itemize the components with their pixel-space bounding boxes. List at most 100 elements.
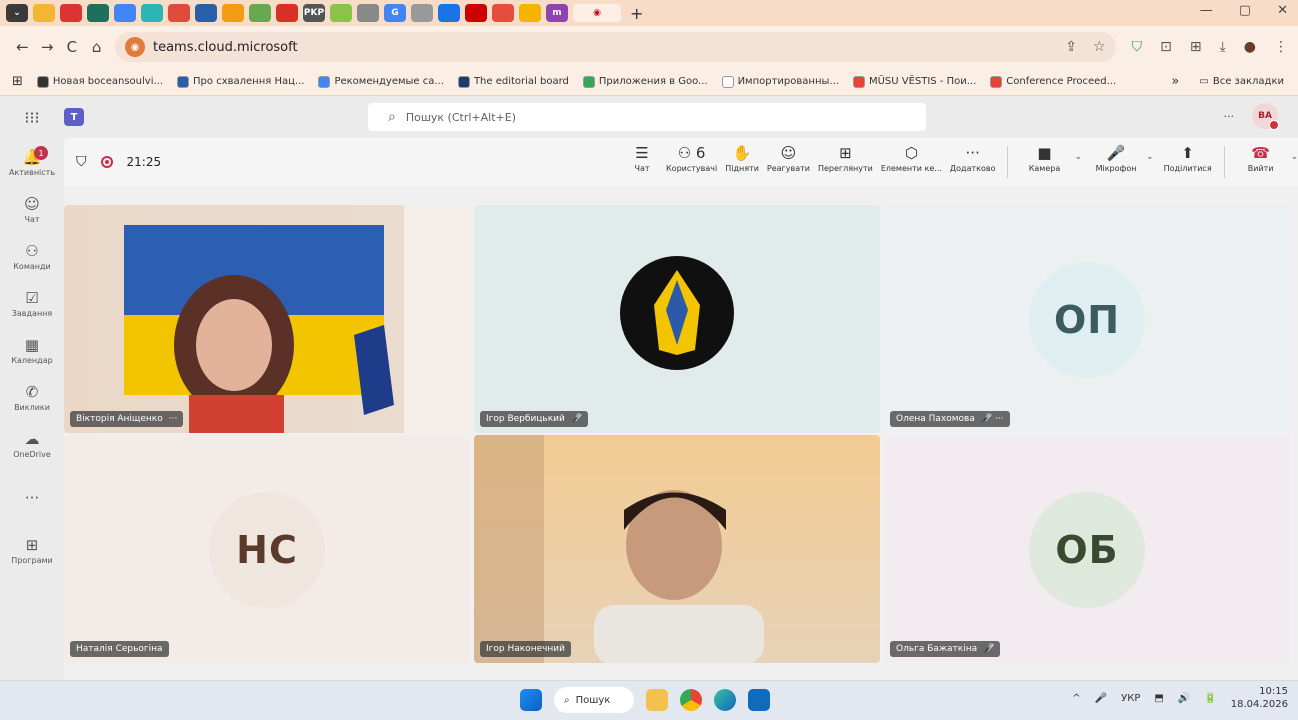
maximize-button[interactable]: ▢ [1239, 3, 1251, 18]
browser-tab[interactable] [33, 4, 55, 22]
edge-icon[interactable] [714, 689, 736, 711]
downloads-icon[interactable]: ⤓ [1220, 39, 1226, 55]
language-indicator[interactable]: УКР [1121, 693, 1140, 704]
browser-tab[interactable] [411, 4, 433, 22]
network-icon[interactable]: ⬒ [1154, 693, 1163, 704]
bookmark-item[interactable]: Импортированны... [721, 75, 839, 88]
view-icon: ⊞ [839, 144, 852, 162]
rail-item-more-apps[interactable]: ··· [0, 489, 64, 526]
address-bar[interactable]: ◉ teams.cloud.microsoft ⇪ ☆ [115, 32, 1116, 62]
microphone-tray-icon[interactable]: 🎤 [1095, 693, 1107, 704]
browser-tab[interactable] [438, 4, 460, 22]
rail-item-onedrive[interactable]: ☁ OneDrive [0, 430, 64, 467]
participant-tile[interactable]: ОП Олена Пахомова 🎤̸ ··· [884, 205, 1290, 433]
taskbar-search[interactable]: ⌕ Пошук [554, 687, 634, 713]
browser-tab[interactable] [330, 4, 352, 22]
browser-tab[interactable] [249, 4, 271, 22]
install-app-icon[interactable]: ⇪ [1065, 39, 1077, 55]
camera-options-chevron-icon[interactable]: ⌄ [1074, 152, 1082, 162]
profile-icon[interactable]: ● [1244, 39, 1256, 55]
chat-button[interactable]: ☰ Чат [622, 142, 662, 173]
rail-item-teams[interactable]: ⚇ Команди [0, 242, 64, 279]
view-button[interactable]: ⊞ Переглянути [814, 142, 877, 173]
search-input[interactable]: ⌕ Пошук (Ctrl+Alt+E) [368, 103, 926, 131]
participant-tile[interactable]: Вікторія Аніщенко ··· [64, 205, 470, 433]
browser-tab[interactable] [87, 4, 109, 22]
more-bookmarks-button[interactable]: » [1171, 74, 1179, 89]
apps-icon[interactable]: ⊞ [12, 74, 23, 89]
people-button[interactable]: ⚇ 6 Користувачі [662, 142, 721, 173]
rail-item-tasks[interactable]: ☑ Завдання [0, 289, 64, 326]
browser-menu-icon[interactable]: ⋮ [1274, 39, 1288, 55]
participant-tile[interactable]: ОБ Ольга Бажаткіна 🎤̸ [884, 435, 1290, 663]
leave-button[interactable]: ☎ Вийти [1233, 142, 1289, 173]
browser-tab[interactable]: m [546, 4, 568, 22]
tray-overflow-icon[interactable]: ^ [1072, 693, 1080, 704]
browser-tab[interactable] [60, 4, 82, 22]
browser-tab[interactable]: G [384, 4, 406, 22]
battery-icon[interactable]: 🔋 [1204, 693, 1216, 704]
browser-tab[interactable] [141, 4, 163, 22]
browser-tab[interactable] [168, 4, 190, 22]
bookmark-item[interactable]: Про схвалення Нац... [177, 75, 304, 88]
rail-item-activity[interactable]: 🔔 Активність 1 [0, 146, 64, 185]
share-button[interactable]: ⬆ Поділитися [1160, 142, 1216, 173]
extensions-icon[interactable]: ⊞ [1190, 39, 1202, 55]
leave-options-chevron-icon[interactable]: ⌄ [1291, 152, 1298, 162]
rail-item-chat[interactable]: ☺ Чат [0, 195, 64, 232]
browser-tab[interactable] [222, 4, 244, 22]
minimize-button[interactable]: — [1200, 3, 1213, 18]
microphone-button[interactable]: 🎤 Мікрофон [1088, 142, 1144, 173]
participant-tile[interactable]: НС Наталія Серьогіна [64, 435, 470, 663]
browser-tab[interactable] [465, 4, 487, 22]
home-icon[interactable]: ⌂ [84, 38, 109, 56]
browser-tab[interactable] [492, 4, 514, 22]
browser-tab[interactable] [519, 4, 541, 22]
forward-icon[interactable]: → [35, 38, 60, 56]
participant-tile[interactable]: Ігор Наконечний [474, 435, 880, 663]
microphone-options-chevron-icon[interactable]: ⌄ [1146, 152, 1154, 162]
bookmark-item[interactable]: MŪSU VĒSTIS - Пои... [852, 75, 976, 88]
back-icon[interactable]: ← [10, 38, 35, 56]
more-options-icon[interactable]: ··· [1224, 110, 1235, 123]
clock[interactable]: 10:15 18.04.2026 [1231, 685, 1288, 711]
browser-tab-active[interactable]: ◉ [573, 4, 621, 22]
url-text[interactable]: teams.cloud.microsoft [153, 40, 298, 55]
volume-icon[interactable]: 🔊 [1178, 693, 1190, 704]
all-bookmarks-folder[interactable]: ▭ Все закладки [1199, 76, 1284, 87]
cast-extension-icon[interactable]: ⊡ [1160, 39, 1172, 55]
browser-tab[interactable] [195, 4, 217, 22]
chrome-icon[interactable] [680, 689, 702, 711]
new-tab-button[interactable]: + [630, 4, 643, 23]
close-button[interactable]: ✕ [1277, 3, 1288, 18]
shield-extension-icon[interactable]: ⛉ [1132, 39, 1143, 55]
rail-item-calendar[interactable]: ▦ Календар [0, 336, 64, 373]
browser-tab[interactable] [357, 4, 379, 22]
bookmark-item[interactable]: Новая boceansoulvi... [36, 75, 163, 88]
bookmark-item[interactable]: Рекомендуемые са... [318, 75, 444, 88]
site-info-icon[interactable]: ◉ [125, 37, 145, 57]
outlook-icon[interactable] [748, 689, 770, 711]
meeting-tools-button[interactable]: ⬡ Елементи ке... [877, 142, 946, 173]
browser-tab[interactable]: ⌄ [6, 4, 28, 22]
file-explorer-icon[interactable] [646, 689, 668, 711]
bookmark-item[interactable]: Приложения в Goo... [582, 75, 708, 88]
browser-tab[interactable] [276, 4, 298, 22]
reload-icon[interactable]: C [60, 38, 85, 56]
shield-icon[interactable]: ⛉ [76, 154, 87, 170]
windows-start-icon[interactable] [520, 689, 542, 711]
participant-tile[interactable]: Ігор Вербицький 🎤̸ [474, 205, 880, 433]
camera-button[interactable]: ■ Камера [1016, 142, 1072, 173]
raise-hand-button[interactable]: ✋ Підняти [721, 142, 763, 173]
bookmark-item[interactable]: Conference Proceed... [990, 75, 1116, 88]
browser-tab[interactable] [114, 4, 136, 22]
app-launcher-icon[interactable]: ⁝⁝⁝ [0, 108, 64, 127]
browser-tab[interactable]: PKP [303, 4, 325, 22]
react-button[interactable]: ☺ Реагувати [763, 142, 814, 173]
rail-item-calls[interactable]: ✆ Виклики [0, 383, 64, 420]
rail-item-apps[interactable]: ⊞ Програми [0, 536, 64, 573]
bookmark-star-icon[interactable]: ☆ [1093, 39, 1106, 55]
avatar[interactable]: BA [1252, 103, 1279, 130]
bookmark-item[interactable]: The editorial board [457, 75, 569, 88]
more-button[interactable]: ··· Додатково [946, 142, 1000, 173]
